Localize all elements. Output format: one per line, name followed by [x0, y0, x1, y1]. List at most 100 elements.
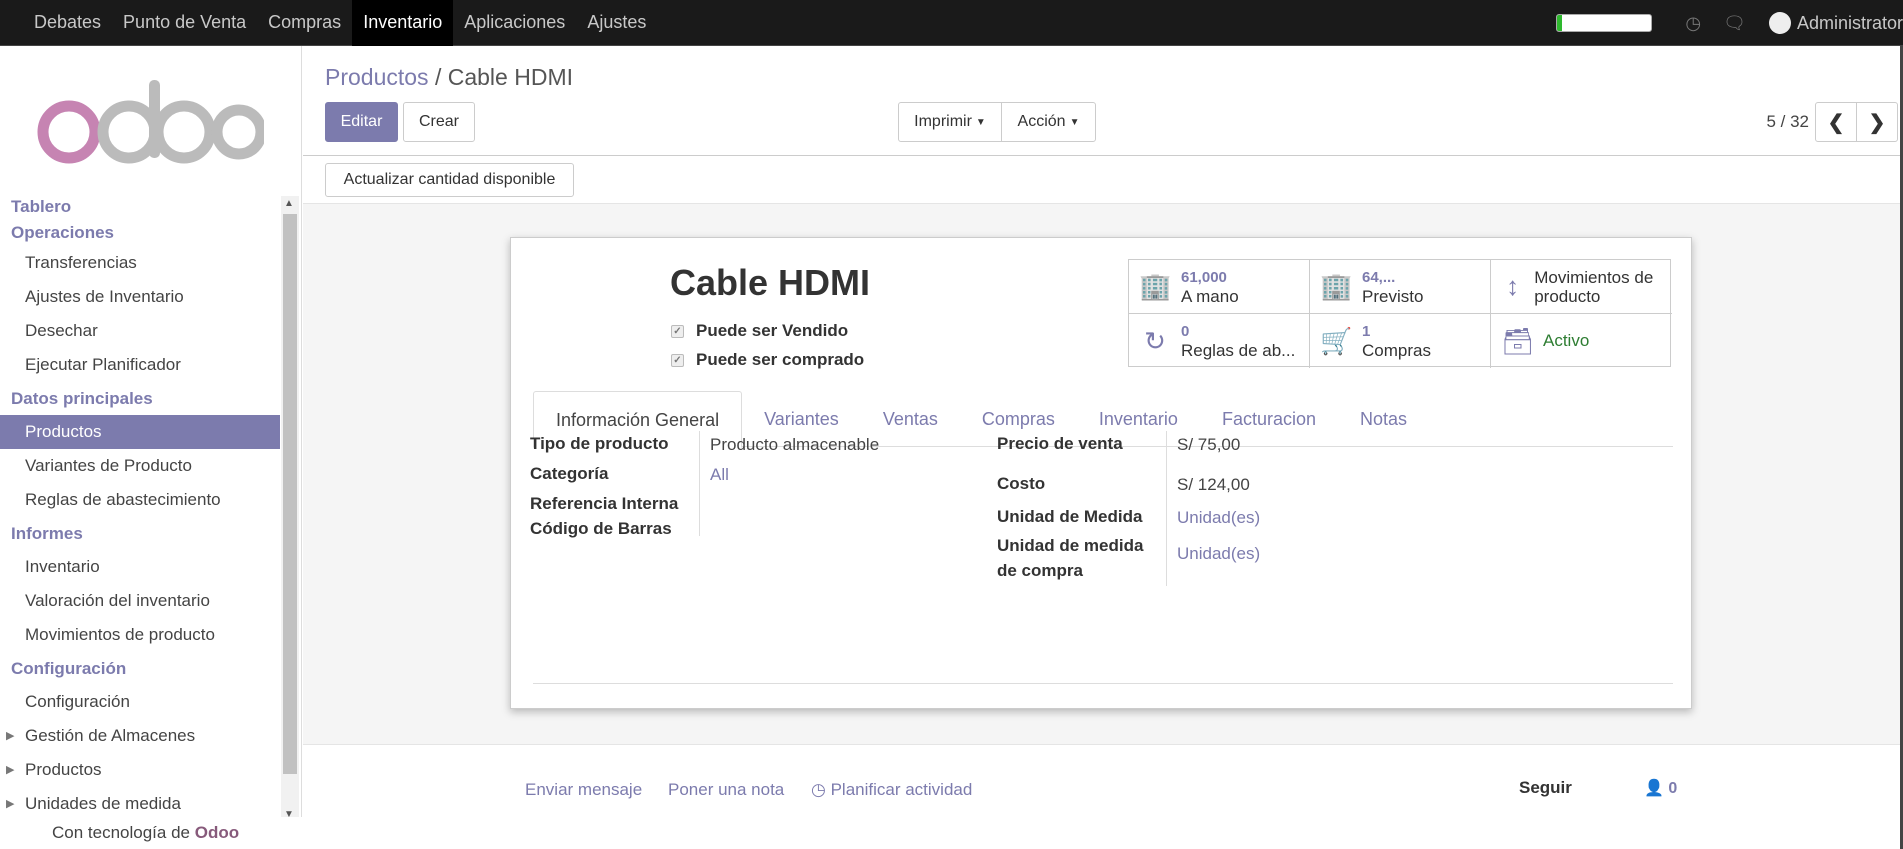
tab-notas[interactable]: Notas — [1338, 391, 1429, 447]
can-be-purchased-label: Puede ser comprado — [696, 350, 865, 369]
purchase-uom-label: Unidad de medida de compra — [997, 536, 1144, 580]
edit-button[interactable]: Editar — [325, 102, 398, 142]
field-separator — [1166, 431, 1167, 586]
sidebar-item-configuracion[interactable]: Configuración — [0, 685, 280, 719]
sale-price-value[interactable]: S/ 75,00 — [1177, 435, 1240, 455]
user-menu[interactable]: Administrator — [1768, 12, 1903, 34]
can-be-purchased-checkbox[interactable]: ✓ Puede ser comprado — [671, 350, 864, 370]
sidebar-scrollbar[interactable]: ▲ ▼ — [281, 196, 299, 822]
powered-by: Con tecnología de Odoo — [0, 817, 302, 849]
sidebar-section-tablero[interactable]: Tablero — [0, 194, 280, 220]
sale-price-label: Precio de venta — [997, 434, 1123, 453]
can-be-sold-label: Puede ser Vendido — [696, 321, 849, 340]
sidebar-item-unidades[interactable]: ▶ Unidades de medida — [0, 787, 280, 812]
refresh-icon: ↻ — [1144, 325, 1166, 356]
barcode-label: Código de Barras — [530, 519, 672, 538]
scroll-up-icon[interactable]: ▲ — [284, 198, 294, 209]
create-button[interactable]: Crear — [403, 102, 475, 142]
odoo-logo — [37, 80, 264, 164]
action-label: Acción — [1017, 113, 1066, 130]
sidebar-item-productos[interactable]: Productos — [0, 415, 280, 449]
sidebar-section-operaciones: Operaciones — [11, 223, 114, 242]
reorder-rules-text: 0 Reglas de ab... — [1181, 322, 1295, 360]
forecast-qty: 64,... — [1362, 268, 1396, 286]
menu-debates[interactable]: Debates — [23, 0, 112, 46]
purchases-label: Compras — [1362, 341, 1431, 360]
reorder-rules-label: Reglas de ab... — [1181, 341, 1296, 360]
menu-inventario[interactable]: Inventario — [352, 0, 454, 46]
forecast-button[interactable]: 🏢 64,... Previsto — [1310, 260, 1491, 314]
sidebar-item-transferencias[interactable]: Transferencias — [0, 246, 280, 280]
follow-button[interactable]: Seguir — [1519, 778, 1572, 798]
chat-icon[interactable]: 🗨 — [1723, 13, 1746, 34]
update-quantity-button[interactable]: Actualizar cantidad disponible — [325, 163, 574, 197]
followers-button[interactable]: 👤 0 — [1644, 778, 1677, 798]
systray: ◷ 🗨 Administrator — [1556, 0, 1903, 46]
main-menu: Debates Punto de Venta Compras Inventari… — [0, 0, 657, 46]
log-note-button[interactable]: Poner una nota — [668, 780, 784, 800]
sidebar-item-valoracion[interactable]: Valoración del inventario — [0, 584, 280, 618]
pager-value[interactable]: 5 / 32 — [1766, 112, 1809, 132]
category-value[interactable]: All — [710, 465, 729, 485]
can-be-sold-checkbox[interactable]: ✓ Puede ser Vendido — [671, 321, 848, 341]
building-icon: 🏢 — [1139, 271, 1172, 301]
sidebar-section-informes: Informes — [11, 524, 83, 543]
product-name[interactable]: Cable HDMI — [670, 262, 870, 304]
breadcrumb-productos[interactable]: Productos — [325, 64, 429, 90]
product-type-label: Tipo de producto — [530, 434, 669, 453]
top-navbar: Debates Punto de Venta Compras Inventari… — [0, 0, 1903, 46]
sidebar-item-variantes[interactable]: Variantes de Producto — [0, 449, 280, 483]
form-bottom-divider — [533, 683, 1673, 684]
print-dropdown[interactable]: Imprimir ▼ — [898, 102, 1002, 142]
user-name: Administrator — [1796, 12, 1903, 33]
avatar — [1768, 12, 1791, 34]
clock-icon[interactable]: ◷ — [1685, 13, 1701, 34]
on-hand-text: 61,000 A mano — [1181, 268, 1239, 306]
menu-pos[interactable]: Punto de Venta — [112, 0, 257, 46]
arrows-vertical-icon: ↕ — [1506, 271, 1520, 301]
reorder-rules-button[interactable]: ↻ 0 Reglas de ab... — [1129, 314, 1310, 368]
menu-aplicaciones[interactable]: Aplicaciones — [453, 0, 576, 46]
sidebar-item-desechar[interactable]: Desechar — [0, 314, 280, 348]
sidebar-item-ejecutar-planificador[interactable]: Ejecutar Planificador — [0, 348, 280, 382]
checkbox-checked-icon: ✓ — [671, 324, 684, 338]
action-dropdown[interactable]: Acción ▼ — [1001, 102, 1096, 142]
print-label: Imprimir — [914, 113, 972, 130]
cost-value[interactable]: S/ 124,00 — [1177, 475, 1250, 495]
breadcrumb: Productos / Cable HDMI — [325, 64, 573, 91]
powered-by-text: Con tecnología de — [52, 823, 190, 842]
purchase-uom-value[interactable]: Unidad(es) — [1177, 544, 1260, 564]
uom-value[interactable]: Unidad(es) — [1177, 508, 1260, 528]
sidebar-item-inventario[interactable]: Inventario — [0, 550, 280, 584]
schedule-activity-button[interactable]: ◷ Planificar actividad — [811, 780, 972, 800]
sidebar-item-config-productos[interactable]: ▶ Productos — [0, 753, 280, 787]
purchases-button[interactable]: 🛒 1 Compras — [1310, 314, 1491, 368]
on-hand-qty: 61,000 — [1181, 268, 1227, 286]
archive-icon: 🗃 — [1501, 325, 1535, 356]
menu-ajustes[interactable]: Ajustes — [576, 0, 657, 46]
powered-by-brand[interactable]: Odoo — [195, 823, 239, 842]
active-toggle-button[interactable]: 🗃 Activo — [1491, 314, 1672, 368]
sidebar-item-movimientos[interactable]: Movimientos de producto — [0, 618, 280, 652]
sidebar-section-datos-principales: Datos principales — [11, 389, 153, 408]
schedule-activity-label: Planificar actividad — [830, 780, 973, 799]
product-type-value[interactable]: Producto almacenable — [710, 435, 879, 455]
onboarding-progress-bar[interactable] — [1556, 14, 1653, 32]
pager-next-button[interactable]: ❯ — [1856, 102, 1898, 142]
product-moves-button[interactable]: ↕ Movimientos de producto — [1491, 260, 1672, 314]
caret-right-icon: ▶ — [6, 730, 15, 742]
pager-previous-button[interactable]: ❮ — [1815, 102, 1857, 142]
sidebar-item-ajustes-inventario[interactable]: Ajustes de Inventario — [0, 280, 280, 314]
on-hand-button[interactable]: 🏢 61,000 A mano — [1129, 260, 1310, 314]
uom-label: Unidad de Medida — [997, 507, 1143, 526]
control-panel: Productos / Cable HDMI Editar Crear Impr… — [303, 46, 1903, 156]
scrollbar-thumb[interactable] — [283, 214, 297, 774]
chevron-right-icon: ❯ — [1868, 111, 1886, 134]
followers-count: 0 — [1668, 780, 1678, 797]
menu-compras[interactable]: Compras — [257, 0, 352, 46]
send-message-button[interactable]: Enviar mensaje — [525, 780, 642, 800]
breadcrumb-current: Cable HDMI — [447, 64, 573, 90]
sidebar-item-reglas[interactable]: Reglas de abastecimiento — [0, 483, 280, 517]
sidebar-item-gestion-almacenes[interactable]: ▶ Gestión de Almacenes — [0, 719, 280, 753]
building-icon: 🏢 — [1320, 271, 1353, 301]
